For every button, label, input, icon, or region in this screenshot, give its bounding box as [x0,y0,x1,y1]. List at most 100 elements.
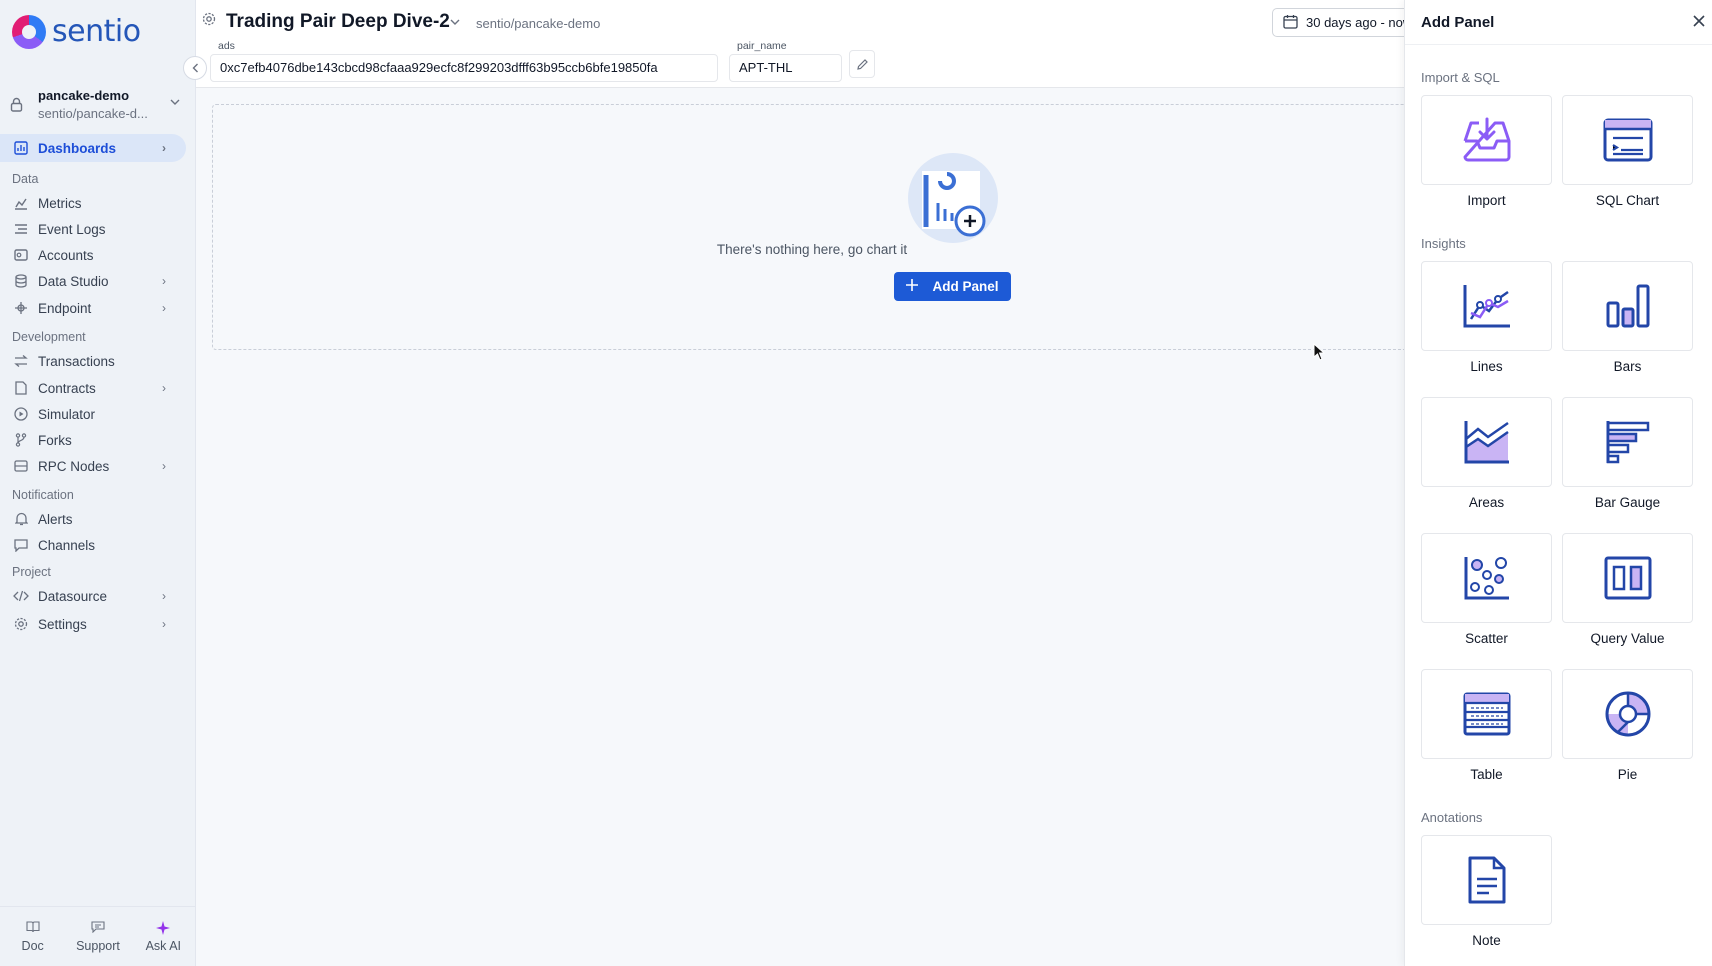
server-icon [12,458,30,474]
sidebar-item-settings[interactable]: Settings › [0,610,186,638]
tile-label: Areas [1468,495,1505,510]
sidebar-item-endpoint[interactable]: Endpoint › [0,294,186,322]
sidebar-item-label: Event Logs [38,221,106,237]
add-panel-drawer: Add Panel Import & SQL Import SQL Chart … [1404,0,1712,966]
tile-label: Scatter [1465,631,1508,646]
project-switcher[interactable]: pancake-demo sentio/pancake-d... [10,86,180,126]
database-icon [12,273,30,289]
message-icon [91,920,105,935]
sidebar-item-contracts[interactable]: Contracts › [0,374,186,402]
add-panel-label: Add Panel [932,279,999,294]
doc-label: Doc [21,938,44,953]
tile-sql-chart[interactable]: SQL Chart [1562,95,1693,208]
sidebar-item-transactions[interactable]: Transactions [0,347,186,375]
chevron-right-icon: › [162,301,166,315]
project-slug: sentio/pancake-d... [38,106,148,121]
tile-import[interactable]: Import [1421,95,1552,208]
pencil-icon [856,58,868,70]
mouse-cursor-icon [1313,342,1326,364]
project-name: pancake-demo [38,88,130,103]
variable-ads: ads 0xc7efb4076dbe143cbcd98cfaaa929ecfc8… [210,40,718,82]
chevron-right-icon: › [162,274,166,288]
tile-query-value[interactable]: Query Value [1562,533,1693,646]
nav-section-notification: Notification [12,488,74,502]
chevron-down-icon[interactable] [450,14,460,28]
sidebar-item-accounts[interactable]: Accounts [0,241,186,269]
transfer-icon [12,353,30,369]
tile-box [1421,835,1552,925]
tile-label: Lines [1470,359,1503,374]
support-link[interactable]: Support [65,907,130,966]
project-path: sentio/pancake-demo [476,16,601,31]
tile-label: Import [1467,193,1506,208]
chevron-right-icon: › [162,589,166,603]
empty-dashboard-area: There's nothing here, go chart it Add Pa… [212,104,1412,350]
sidebar-item-alerts[interactable]: Alerts [0,505,186,533]
tile-table[interactable]: Table [1421,669,1552,782]
import-icon [1463,117,1510,162]
sidebar-item-label: RPC Nodes [38,458,110,474]
sidebar-item-rpc-nodes[interactable]: RPC Nodes › [0,452,186,480]
chevron-right-icon: › [162,381,166,395]
sidebar: sentio pancake-demo sentio/pancake-d... … [0,0,196,966]
tile-bars[interactable]: Bars [1562,261,1693,374]
dashboard-title[interactable]: Trading Pair Deep Dive-2 [226,11,450,33]
tile-box [1421,669,1552,759]
tile-box [1421,533,1552,623]
section-insights: Insights [1421,236,1466,251]
sentio-logo[interactable]: sentio [12,14,141,49]
sidebar-item-label: Dashboards [38,140,117,156]
nav-section-project: Project [12,565,51,579]
add-panel-button[interactable]: Add Panel [894,272,1011,301]
ask-ai-label: Ask AI [145,938,182,953]
sidebar-item-label: Channels [38,537,96,553]
tile-scatter[interactable]: Scatter [1421,533,1552,646]
gear-icon [12,616,30,632]
pair-name-input[interactable]: APT-THL [729,54,842,82]
doc-link[interactable]: Doc [0,907,65,966]
close-icon[interactable] [1692,12,1706,33]
sidebar-item-data-studio[interactable]: Data Studio › [0,267,186,295]
sidebar-item-forks[interactable]: Forks [0,426,186,454]
drawer-title: Add Panel [1421,14,1495,31]
drawer-divider [1405,44,1712,45]
sql-chart-icon [1603,118,1652,162]
sidebar-item-label: Data Studio [38,273,109,289]
chevron-right-icon: › [162,459,166,473]
sidebar-item-dashboards[interactable]: Dashboards › [0,134,186,162]
ask-ai-link[interactable]: Ask AI [131,907,196,966]
sidebar-item-channels[interactable]: Channels [0,531,186,559]
sidebar-item-metrics[interactable]: Metrics [0,189,186,217]
date-range-picker[interactable]: 30 days ago - now [1272,8,1422,37]
sidebar-item-simulator[interactable]: Simulator [0,400,186,428]
tile-box [1562,95,1693,185]
bar-gauge-icon [1606,421,1649,464]
tile-areas[interactable]: Areas [1421,397,1552,510]
fork-icon [12,432,30,448]
sidebar-item-label: Alerts [38,511,73,527]
ads-input[interactable]: 0xc7efb4076dbe143cbcd98cfaaa929ecfc8f299… [210,54,718,82]
sidebar-item-event-logs[interactable]: Event Logs [0,215,186,243]
support-label: Support [76,938,120,953]
sidebar-footer: Doc Support Ask AI [0,906,196,966]
sidebar-item-datasource[interactable]: Datasource › [0,582,186,610]
edit-variables-button[interactable] [849,50,875,78]
pie-chart-icon [1605,691,1650,737]
sidebar-collapse-button[interactable] [183,56,207,80]
settings-icon[interactable] [202,12,216,29]
tile-label: SQL Chart [1595,193,1660,208]
tile-label: Note [1472,933,1501,948]
bar-chart-icon [1606,284,1649,328]
empty-state-message: There's nothing here, go chart it [716,242,908,257]
tile-note[interactable]: Note [1421,835,1552,948]
tile-lines[interactable]: Lines [1421,261,1552,374]
tile-box [1421,261,1552,351]
section-import-sql: Import & SQL [1421,70,1500,85]
variable-pair-name: pair_name APT-THL [729,40,842,82]
tile-box [1562,669,1693,759]
tile-bar-gauge[interactable]: Bar Gauge [1562,397,1693,510]
tile-pie[interactable]: Pie [1562,669,1693,782]
chevron-right-icon: › [162,141,166,155]
tile-label: Bar Gauge [1594,495,1661,510]
dashboard-icon [12,140,30,156]
